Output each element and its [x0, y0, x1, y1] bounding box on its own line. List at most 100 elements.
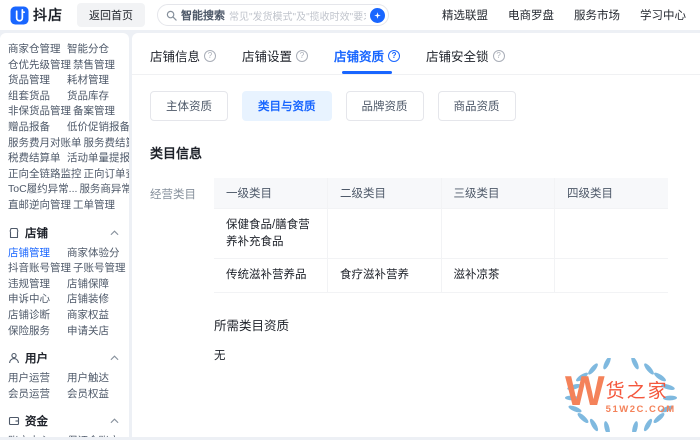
sidebar-menu-row: 违规管理 店铺保障: [8, 277, 129, 293]
sidebar-menu-row: 店铺诊断 商家权益: [8, 308, 129, 324]
category-table-header-row: 一级类目 二级类目 三级类目 四级类目: [214, 178, 668, 209]
user-icon: [9, 353, 19, 364]
sidebar-item[interactable]: 低价促销报备: [67, 120, 129, 136]
sidebar-menu-row: 正向全链路监控 正向订单查询: [8, 167, 129, 183]
sidebar-menu-row: 账户中心 保证金账户: [8, 434, 129, 437]
sidebar-item[interactable]: 服务费结算单: [84, 136, 130, 152]
help-icon[interactable]: ?: [388, 49, 401, 62]
sidebar-item[interactable]: 子账号管理: [73, 261, 126, 277]
sidebar-item[interactable]: 正向订单查询: [84, 167, 130, 183]
tab[interactable]: 店铺安全锁 ?: [426, 46, 505, 74]
ai-icon[interactable]: [370, 7, 385, 23]
logo-text: 抖店: [33, 7, 63, 23]
sidebar-item[interactable]: 保险服务: [8, 324, 67, 340]
sidebar-section-shop[interactable]: 店铺: [8, 225, 119, 241]
sidebar-item[interactable]: 服务商异常报备: [79, 182, 129, 198]
sidebar-item[interactable]: 仓优先级管理: [8, 58, 73, 74]
sidebar-item[interactable]: 禁售管理: [73, 58, 115, 74]
help-icon[interactable]: ?: [296, 49, 309, 62]
sidebar-item[interactable]: 直邮逆向管理: [8, 198, 73, 214]
sidebar-section-funds[interactable]: 资金: [8, 413, 119, 429]
sidebar-item[interactable]: 抖音账号管理: [8, 261, 73, 277]
sidebar-item[interactable]: 组套货品: [8, 89, 67, 105]
table-header-cell: 二级类目: [327, 178, 441, 209]
sidebar-menu-row: ToC履约异常... 服务商异常报备: [8, 182, 129, 198]
sidebar-item[interactable]: 账户中心: [8, 434, 67, 437]
topbar-nav-item[interactable]: 学习中心: [640, 7, 686, 23]
sidebar-item[interactable]: 智能分仓: [67, 42, 109, 58]
search-bar[interactable]: 智能搜索 常见"发货模式"及"揽收时效"要求: [157, 4, 389, 26]
sidebar-item[interactable]: 服务费月对账单: [8, 136, 84, 152]
sidebar-section-title: 资金: [25, 416, 48, 429]
sidebar-menu-row: 会员运营 会员权益: [8, 387, 129, 403]
sidebar-item[interactable]: 店铺保障: [67, 277, 109, 293]
main-content: 店铺信息 ? 店铺设置 ? 店铺资质 ? 店铺安全锁 ? 主体资质 类目与资质 品牌…: [132, 33, 700, 437]
tab[interactable]: 店铺信息 ?: [150, 46, 217, 74]
watermark-brand: 货之家: [605, 381, 669, 402]
sidebar-section-title: 店铺: [25, 227, 48, 240]
sidebar-item[interactable]: 会员运营: [8, 387, 67, 403]
chevron-up-icon: [110, 229, 119, 235]
sidebar-funds-menu: 账户中心 保证金账户 账单管理 返佣管理: [8, 434, 129, 437]
table-cell: 传统滋补营养品: [214, 258, 328, 294]
chevron-up-icon: [110, 355, 119, 361]
sidebar-menu-row: 服务费月对账单 服务费结算单: [8, 136, 129, 152]
doudian-logo[interactable]: 抖店: [10, 5, 63, 25]
wallet-icon: [8, 417, 20, 426]
topbar: 抖店 返回首页 智能搜索 常见"发货模式"及"揽收时效"要求 精选联盟 电商罗盘 服…: [0, 0, 700, 30]
sidebar-item[interactable]: 违规管理: [8, 277, 67, 293]
sidebar-item[interactable]: ToC履约异常...: [8, 182, 79, 198]
sidebar-item[interactable]: 赠品报备: [8, 120, 67, 136]
tab[interactable]: 店铺设置 ?: [242, 46, 309, 74]
help-icon[interactable]: ?: [492, 49, 505, 62]
back-home-button[interactable]: 返回首页: [77, 3, 145, 27]
required-qualification-value: 无: [214, 350, 226, 363]
sidebar-section-user[interactable]: 用户: [8, 350, 119, 366]
sidebar-item[interactable]: 工单管理: [73, 198, 115, 214]
sidebar-item[interactable]: 货品库存: [67, 89, 109, 105]
main-tabs: 店铺信息 ? 店铺设置 ? 店铺资质 ? 店铺安全锁 ?: [132, 33, 700, 75]
sidebar-item[interactable]: 备案管理: [73, 104, 115, 120]
topbar-nav-item[interactable]: 服务市场: [574, 7, 620, 23]
sidebar-menu-row: 仓优先级管理 禁售管理: [8, 58, 129, 74]
table-header-cell: 一级类目: [214, 178, 328, 209]
sidebar-item[interactable]: 货品管理: [8, 73, 67, 89]
sidebar-item[interactable]: 商家权益: [67, 308, 109, 324]
topbar-nav-item[interactable]: 电商罗盘: [508, 7, 554, 23]
watermark: W 货之家 51W2C.COM: [545, 358, 697, 432]
tab-label: 店铺设置: [242, 50, 293, 64]
sidebar-item[interactable]: 申诉中心: [8, 292, 67, 308]
sidebar-item[interactable]: 申请关店: [67, 324, 109, 340]
sidebar-item[interactable]: 耗材管理: [67, 73, 109, 89]
subtab[interactable]: 商品资质: [437, 91, 516, 121]
sidebar-menu-row: 抖音账号管理 子账号管理: [8, 261, 129, 277]
sidebar-item[interactable]: 店铺装修: [67, 292, 109, 308]
table-row: 传统滋补营养品 食疗滋补营养 滋补凉茶: [214, 258, 668, 294]
sidebar-item[interactable]: 税费结算单: [8, 151, 67, 167]
sidebar-item[interactable]: 商家体验分: [67, 246, 120, 262]
subtab[interactable]: 类目与资质: [242, 91, 332, 121]
table-cell: [554, 207, 668, 259]
subtab[interactable]: 品牌资质: [345, 91, 424, 121]
tab[interactable]: 店铺资质 ?: [334, 46, 401, 74]
sidebar-item[interactable]: 店铺诊断: [8, 308, 67, 324]
sidebar-item[interactable]: 会员权益: [67, 387, 109, 403]
sidebar-item[interactable]: 非保货品管理: [8, 104, 73, 120]
sidebar-item[interactable]: 商家仓管理: [8, 42, 67, 58]
sidebar: 商家仓管理 智能分仓 仓优先级管理 禁售管理 货品管理 耗材管理 组套货品 货品…: [0, 33, 129, 437]
sidebar-menu-row: 保险服务 申请关店: [8, 324, 129, 340]
sidebar-item[interactable]: 用户运营: [8, 371, 67, 387]
sidebar-menu-row: 商家仓管理 智能分仓: [8, 42, 129, 58]
required-qualification-row: 所需类目资质 无: [132, 293, 700, 363]
subtab[interactable]: 主体资质: [150, 91, 228, 121]
business-category-label: 经营类目: [150, 189, 196, 201]
help-icon[interactable]: ?: [204, 49, 217, 62]
topbar-nav-item[interactable]: 精选联盟: [442, 7, 488, 23]
sidebar-item[interactable]: 保证金账户: [67, 434, 120, 437]
sidebar-item[interactable]: 活动单量提报: [67, 151, 129, 167]
doudian-logo-icon: [10, 5, 29, 25]
sidebar-item[interactable]: 店铺管理: [8, 246, 67, 262]
sidebar-item[interactable]: 正向全链路监控: [8, 167, 84, 183]
sidebar-menu-row: 用户运营 用户触达: [8, 371, 129, 387]
sidebar-item[interactable]: 用户触达: [67, 371, 109, 387]
